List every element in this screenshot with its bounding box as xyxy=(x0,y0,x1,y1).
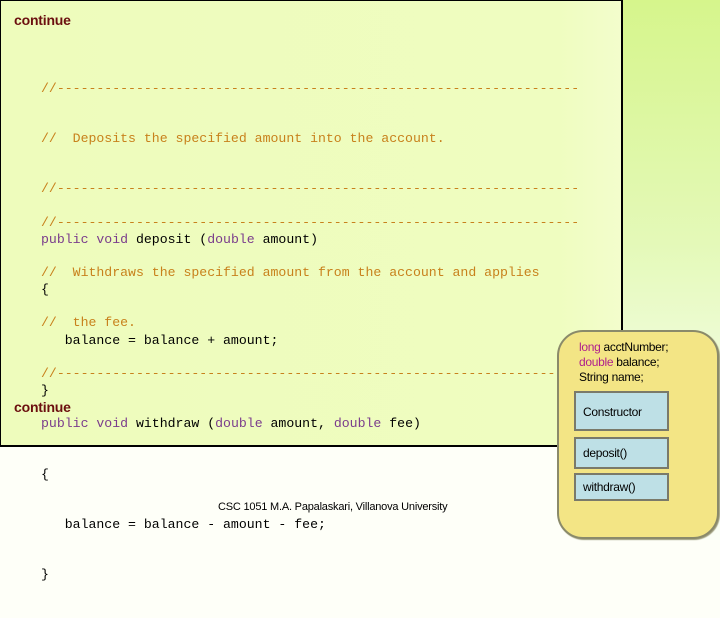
method-box-deposit: deposit() xyxy=(574,437,669,469)
comment-line: // Withdraws the specified amount from t… xyxy=(41,264,540,280)
field-balance: double balance; xyxy=(579,355,668,370)
params: fee) xyxy=(381,416,421,432)
class-diagram-panel: long acctNumber; double balance; String … xyxy=(557,330,719,539)
continue-label-top: continue xyxy=(14,12,71,28)
method-box-withdraw: withdraw() xyxy=(574,473,669,501)
keyword: public void xyxy=(41,416,129,432)
class-fields: long acctNumber; double balance; String … xyxy=(579,340,669,385)
param: amount, xyxy=(262,416,334,432)
method-name: withdraw ( xyxy=(128,416,216,432)
keyword: double xyxy=(215,416,263,432)
keyword: double xyxy=(333,416,382,432)
field-type: double xyxy=(579,355,614,369)
comment-rule: //--------------------------------------… xyxy=(41,214,580,230)
continue-label-bottom: continue xyxy=(14,399,71,415)
method-signature: public void withdraw (double amount, dou… xyxy=(41,416,579,433)
field-name: String name; xyxy=(579,370,644,384)
method-body: balance = balance - amount - fee; xyxy=(41,516,326,532)
open-brace: { xyxy=(41,466,49,482)
field-acct-number: long acctNumber; xyxy=(579,340,669,355)
comment-line: // the fee. xyxy=(41,315,136,331)
slide-footer: CSC 1051 M.A. Papalaskari, Villanova Uni… xyxy=(218,501,448,513)
field-type: long xyxy=(579,340,601,354)
field-name: balance; xyxy=(613,355,660,369)
comment-rule: //--------------------------------------… xyxy=(41,365,580,381)
field-name: acctNumber; xyxy=(600,340,669,354)
close-brace: } xyxy=(41,567,49,583)
comment-rule: //--------------------------------------… xyxy=(41,80,580,96)
code-box: continue //-----------------------------… xyxy=(0,0,623,582)
method-box-constructor: Constructor xyxy=(574,391,669,431)
field-name-string: String name; xyxy=(579,370,668,385)
withdraw-method-code: //--------------------------------------… xyxy=(41,181,579,618)
comment-line: // Deposits the specified amount into th… xyxy=(41,130,445,146)
